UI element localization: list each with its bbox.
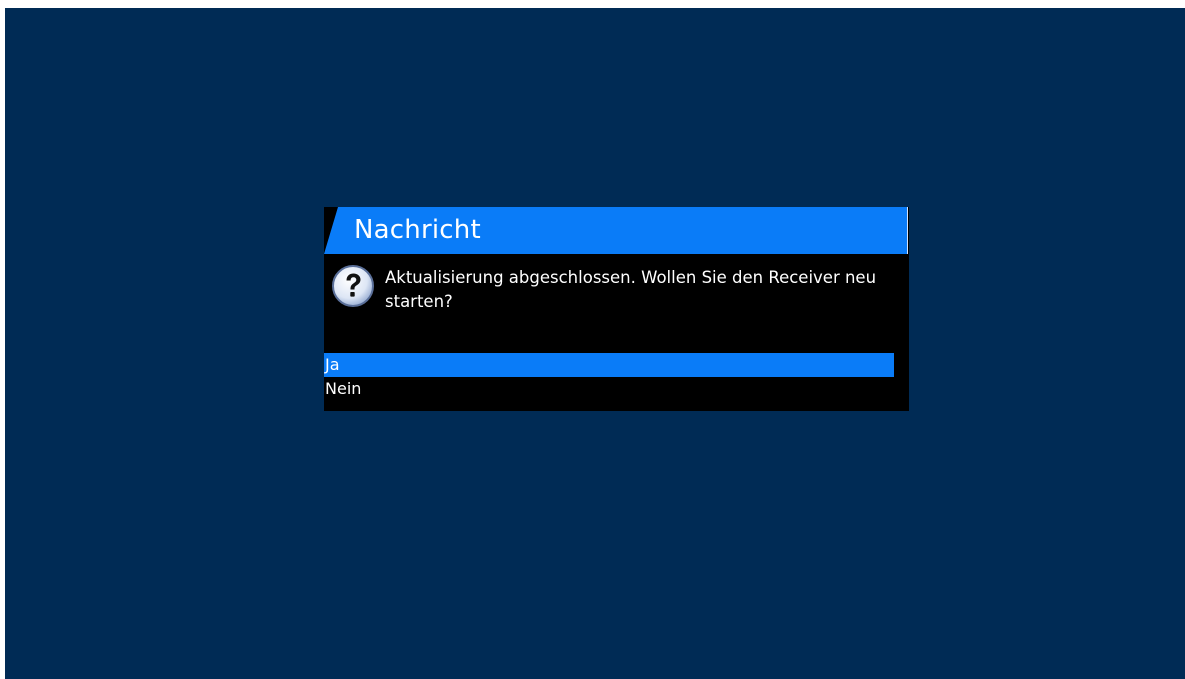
message-dialog: Nachricht Aktualisierung abgeschlossen. …: [324, 207, 909, 411]
question-icon: [332, 265, 374, 307]
dialog-message: Aktualisierung abgeschlossen. Wollen Sie…: [385, 268, 877, 311]
option-list: Ja Nein: [324, 353, 894, 401]
option-nein[interactable]: Nein: [324, 377, 894, 401]
tv-screen-background: Nachricht Aktualisierung abgeschlossen. …: [5, 8, 1185, 679]
option-ja[interactable]: Ja: [324, 353, 894, 377]
dialog-title: Nachricht: [354, 215, 481, 245]
dialog-title-bar: Nachricht: [324, 207, 908, 254]
